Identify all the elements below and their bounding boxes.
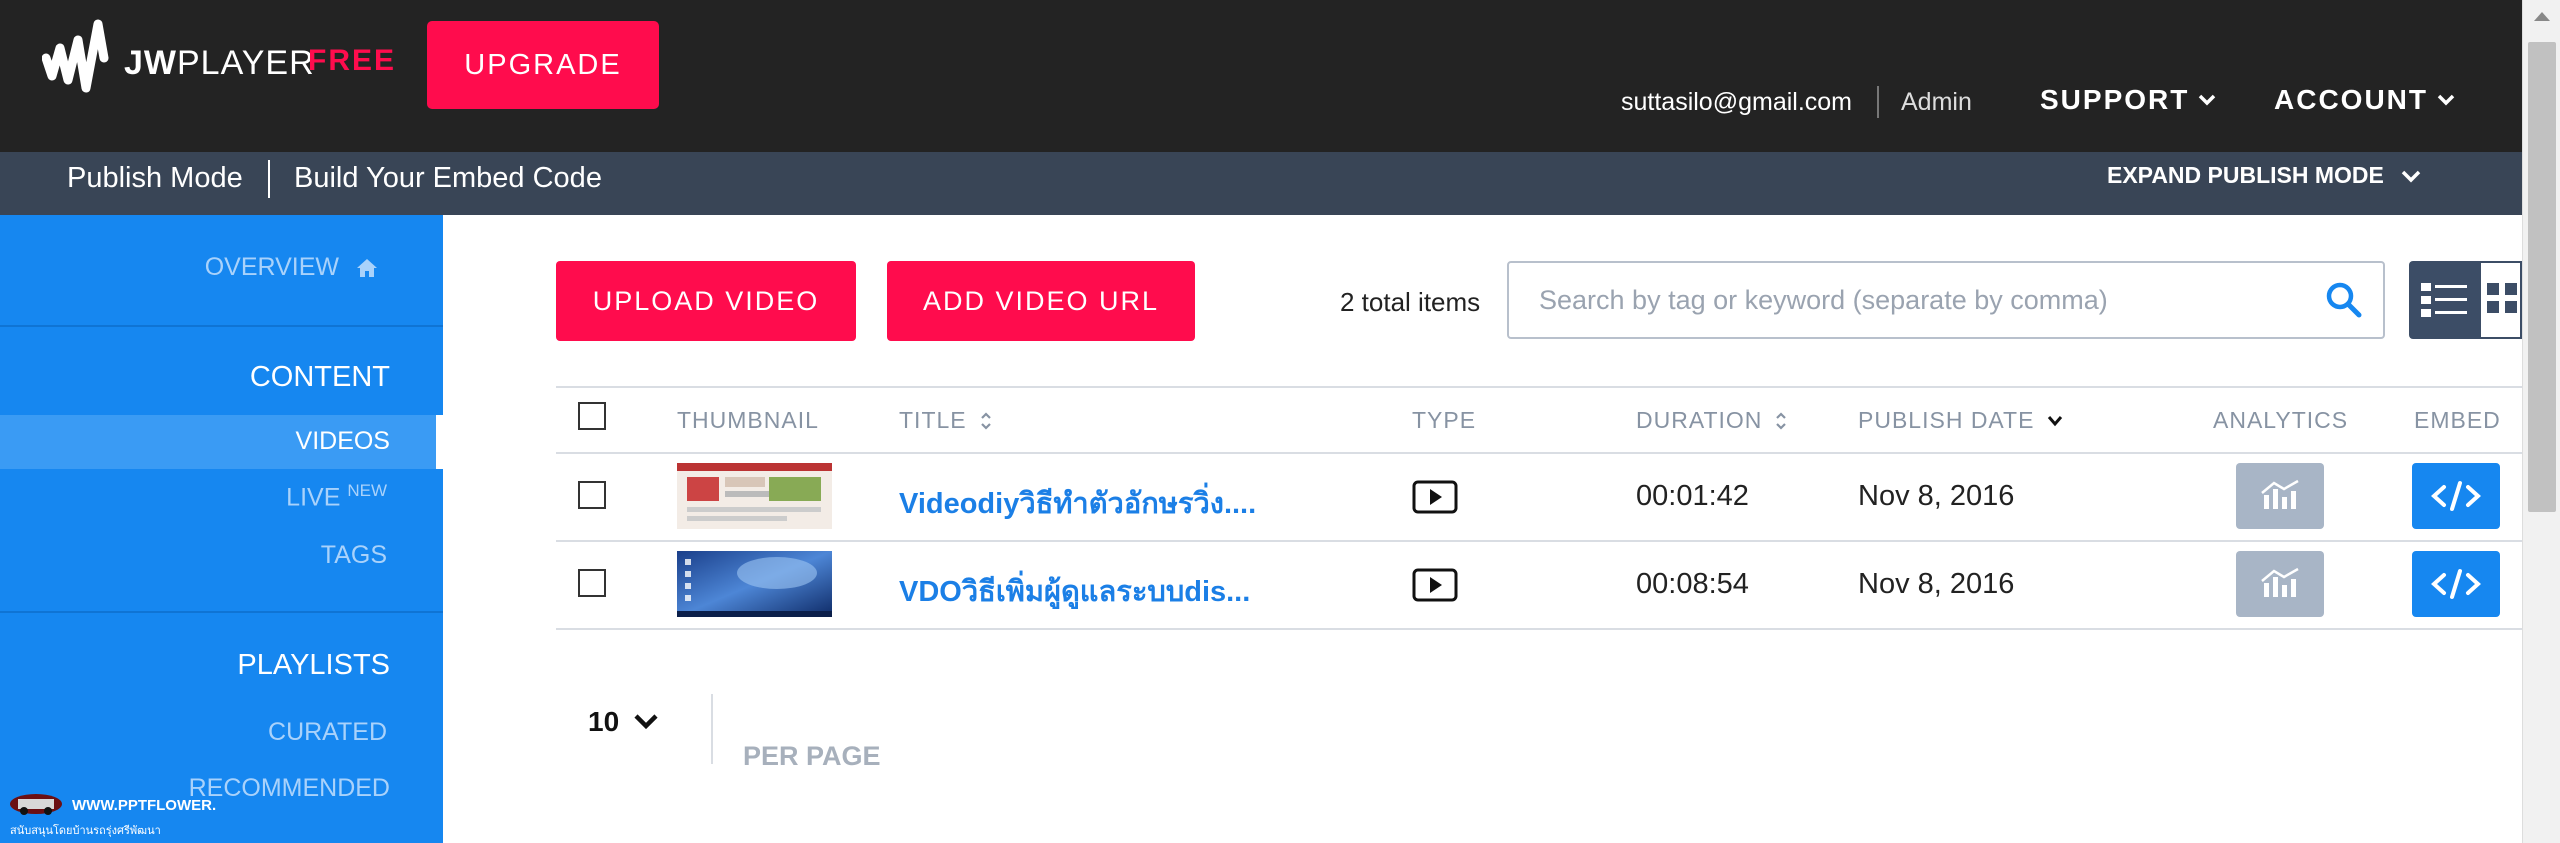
logo-text[interactable]: JWPLAYER — [124, 44, 315, 83]
build-embed-code-link[interactable]: Build Your Embed Code — [294, 162, 602, 195]
add-video-url-button[interactable]: ADD VIDEO URL — [887, 261, 1195, 341]
select-all-checkbox[interactable] — [578, 402, 606, 430]
search-box — [1507, 261, 2385, 339]
sort-desc-icon — [2048, 415, 2063, 426]
video-type-icon — [1412, 568, 1458, 602]
per-page-value: 10 — [588, 706, 620, 737]
plan-label: FREE — [308, 44, 397, 77]
video-thumbnail[interactable] — [677, 551, 832, 617]
sidebar-item-overview[interactable]: OVERVIEW — [205, 253, 379, 282]
column-header-analytics: ANALYTICS — [2213, 407, 2349, 433]
embed-button[interactable] — [2412, 463, 2500, 529]
per-page-label: PER PAGE — [743, 741, 881, 771]
video-duration: 00:08:54 — [1636, 568, 1749, 600]
table-divider — [556, 628, 2522, 630]
column-header-thumbnail: THUMBNAIL — [677, 407, 819, 433]
grid-view-icon — [2487, 283, 2517, 313]
column-header-duration[interactable]: DURATION — [1636, 407, 1788, 434]
video-duration: 00:01:42 — [1636, 480, 1749, 512]
sidebar-item-label: LIVE — [286, 483, 341, 512]
column-header-label: DURATION — [1636, 407, 1763, 433]
table-row[interactable]: Videodiyวิธีทำตัวอักษรวิ่ง.... 00:01:42 … — [556, 453, 2522, 540]
column-header-type: TYPE — [1412, 407, 1477, 433]
column-header-title[interactable]: TITLE — [899, 407, 993, 434]
total-items-count: 2 total items — [1340, 287, 1481, 317]
publish-mode-link[interactable]: Publish Mode — [67, 162, 243, 195]
support-menu[interactable]: SUPPORT — [2040, 84, 2217, 116]
video-title-link[interactable]: Videodiyวิธีทำตัวอักษรวิ่ง.... — [899, 480, 1256, 526]
publish-bar: Publish Mode Build Your Embed Code EXPAN… — [0, 152, 2522, 215]
sidebar-item-videos[interactable]: VIDEOS — [296, 427, 390, 456]
per-page-select[interactable]: 10 — [588, 706, 659, 738]
publish-bar-divider — [268, 160, 270, 198]
analytics-button[interactable] — [2236, 463, 2324, 529]
home-icon — [357, 258, 377, 277]
video-thumbnail[interactable] — [677, 463, 832, 529]
top-bar: JWPLAYER FREE UPGRADE suttasilo@gmail.co… — [0, 0, 2522, 152]
video-title-link[interactable]: VDOวิธีเพิ่มผู้ดูแลระบบdis... — [899, 568, 1250, 614]
new-badge: NEW — [347, 481, 387, 500]
chevron-down-icon — [634, 714, 658, 730]
expand-publish-mode-toggle[interactable]: EXPAND PUBLISH MODE — [2107, 162, 2422, 189]
sidebar-heading-content[interactable]: CONTENT — [250, 361, 390, 394]
sidebar-item-tags[interactable]: TAGS — [321, 541, 387, 570]
analytics-button[interactable] — [2236, 551, 2324, 617]
search-icon[interactable] — [2325, 281, 2363, 319]
svg-text:WWW.PPTFLOWER.COM: WWW.PPTFLOWER.COM — [72, 797, 216, 814]
sidebar-item-curated[interactable]: CURATED — [268, 718, 387, 747]
user-email: suttasilo@gmail.com — [1621, 88, 1853, 116]
bar-chart-icon — [2261, 567, 2299, 597]
bar-chart-icon — [2261, 479, 2299, 509]
sort-icon — [980, 411, 991, 430]
watermark-logo: WWW.PPTFLOWER.COM สนับสนุนโดยบ้านรถรุ่งศ… — [10, 794, 216, 837]
sort-icon — [1776, 411, 1787, 430]
row-checkbox[interactable] — [578, 569, 606, 597]
chevron-down-icon — [2401, 170, 2421, 182]
upgrade-button[interactable]: UPGRADE — [427, 21, 659, 109]
list-view-button[interactable] — [2409, 261, 2479, 339]
expand-publish-mode-label: EXPAND PUBLISH MODE — [2107, 162, 2384, 188]
support-menu-label: SUPPORT — [2040, 84, 2190, 115]
account-menu-label: ACCOUNT — [2274, 84, 2428, 115]
account-menu[interactable]: ACCOUNT — [2274, 84, 2456, 116]
sidebar-heading-playlists[interactable]: PLAYLISTS — [237, 649, 390, 682]
scroll-up-arrow-icon[interactable] — [2534, 12, 2550, 21]
video-publish-date: Nov 8, 2016 — [1858, 568, 2015, 600]
pagination-divider — [711, 694, 713, 764]
list-view-icon — [2421, 283, 2467, 317]
sidebar-item-label: OVERVIEW — [204, 253, 339, 281]
jwplayer-logo-icon[interactable] — [42, 18, 124, 102]
page-scrollbar[interactable] — [2522, 0, 2560, 843]
upload-video-button[interactable]: UPLOAD VIDEO — [556, 261, 856, 341]
column-header-label: PUBLISH DATE — [1858, 407, 2035, 433]
sidebar: OVERVIEW CONTENT VIDEOS LIVE NEW TAGS PL… — [0, 215, 443, 843]
column-header-publish-date[interactable]: PUBLISH DATE — [1858, 407, 2064, 434]
scrollbar-thumb[interactable] — [2528, 42, 2556, 512]
chevron-down-icon — [2437, 94, 2455, 106]
view-toggle — [2409, 261, 2522, 339]
video-publish-date: Nov 8, 2016 — [1858, 480, 2015, 512]
active-indicator — [436, 415, 443, 469]
user-role: Admin — [1901, 88, 1972, 116]
user-divider — [1877, 86, 1879, 118]
sidebar-divider — [0, 325, 443, 327]
embed-button[interactable] — [2412, 551, 2500, 617]
video-type-icon — [1412, 480, 1458, 514]
row-checkbox[interactable] — [578, 481, 606, 509]
code-icon — [2431, 481, 2481, 511]
svg-text:สนับสนุนโดยบ้านรถรุ่งศรีพัฒนา: สนับสนุนโดยบ้านรถรุ่งศรีพัฒนา — [10, 823, 161, 837]
sidebar-item-recommended[interactable]: RECOMMENDED — [189, 774, 390, 803]
sidebar-divider — [0, 611, 443, 613]
column-header-label: TITLE — [899, 407, 967, 433]
search-input[interactable] — [1539, 263, 2299, 337]
grid-view-button[interactable] — [2479, 261, 2522, 339]
column-header-embed: EMBED — [2414, 407, 2501, 433]
code-icon — [2431, 569, 2481, 599]
chevron-down-icon — [2199, 94, 2216, 106]
sidebar-item-live[interactable]: LIVE NEW — [286, 481, 387, 512]
table-row[interactable]: VDOวิธีเพิ่มผู้ดูแลระบบdis... 00:08:54 N… — [556, 541, 2522, 628]
table-divider — [556, 386, 2522, 388]
